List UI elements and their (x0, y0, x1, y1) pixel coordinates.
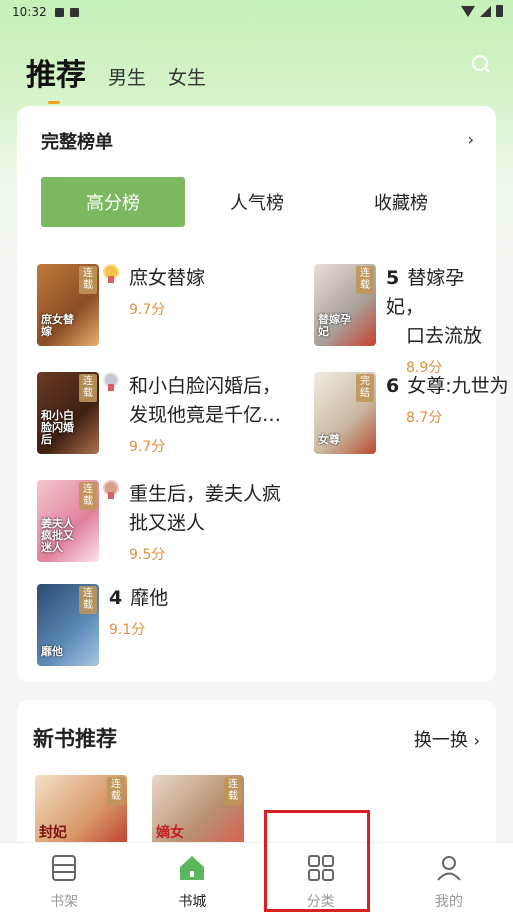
new-books-card: 新书推荐 换一换 › 连载 封妃 连载 嫡女 (17, 700, 496, 860)
tab-recommend[interactable]: 推荐 (26, 50, 86, 104)
book-score: 9.5分 (129, 547, 166, 563)
ranking-card: 完整榜单 › 高分榜 人气榜 收藏榜 连载 庶女替嫁 庶女替嫁 9.7分 连载 … (17, 106, 509, 682)
new-books-title: 新书推荐 (33, 727, 117, 751)
rank-number: 5 (386, 267, 400, 289)
status-tag: 完结 (356, 374, 374, 402)
cover-title: 庶女替嫁 (41, 313, 74, 338)
highlight-box (264, 810, 370, 912)
status-tag: 连载 (79, 482, 97, 510)
book-cover[interactable]: 连载 和小白脸闪婚后 (37, 372, 99, 454)
bronze-medal-icon (103, 480, 119, 499)
book-title[interactable]: 靡他 (130, 587, 168, 609)
cover-title: 嫡女 (156, 825, 184, 841)
status-tag: 连载 (79, 374, 97, 402)
book-cover[interactable]: 完结 女尊 (314, 372, 376, 454)
bottom-nav: 书架 书城 分类 我的 (0, 842, 513, 912)
silver-medal-icon (103, 372, 119, 391)
chevron-right-icon[interactable]: › (468, 130, 474, 149)
book-cover[interactable]: 连载 靡他 (37, 584, 99, 666)
profile-icon (437, 856, 461, 881)
book-title[interactable]: 和小白脸闪婚后， (129, 372, 281, 401)
refresh-label: 换一换 (413, 730, 468, 751)
gallery-notification-icon (54, 7, 64, 17)
header-tabs: 推荐 男生 女生 (26, 44, 206, 104)
tab-female[interactable]: 女生 (168, 63, 206, 94)
cover-title: 靡他 (41, 645, 63, 658)
book-title[interactable]: 重生后，姜夫人疯 (129, 480, 281, 509)
cover-title: 和小白脸闪婚后 (41, 409, 74, 446)
nav-label: 书城 (178, 894, 207, 910)
book-score: 9.7分 (129, 439, 166, 455)
status-tag: 连载 (224, 777, 242, 805)
gold-medal-icon (103, 264, 119, 283)
book-title-line2[interactable]: 口去流放 (386, 322, 496, 351)
cover-title: 替嫁孕妃 (318, 313, 351, 338)
status-bar: 10:32 (0, 0, 513, 24)
status-tag: 连载 (79, 266, 97, 294)
book-item-2[interactable]: 连载 和小白脸闪婚后 和小白脸闪婚后， 发现他竟是千亿… 9.7分 (37, 372, 281, 456)
status-tag: 连载 (107, 777, 125, 805)
book-title-line2[interactable]: 发现他竟是千亿… (129, 401, 281, 430)
ranking-title[interactable]: 完整榜单 (41, 128, 113, 154)
book-item-1[interactable]: 连载 庶女替嫁 庶女替嫁 9.7分 (37, 264, 205, 346)
book-title-line2[interactable]: 批又迷人 (129, 509, 281, 538)
signal-icon (480, 5, 491, 17)
book-item-6[interactable]: 完结 女尊 6 女尊:九世为 8.7分 (314, 372, 509, 454)
cover-title: 姜夫人疯批又迷人 (41, 517, 74, 554)
book-score: 8.7分 (406, 410, 443, 426)
book-cover[interactable]: 连载 替嫁孕妃 (314, 264, 376, 346)
bookshelf-icon (52, 855, 77, 881)
rank-number: 6 (386, 375, 400, 397)
tab-popular[interactable]: 人气榜 (185, 177, 329, 227)
new-book-cover-2[interactable]: 连载 嫡女 (152, 775, 244, 845)
wifi-icon (461, 5, 475, 17)
book-item-3[interactable]: 连载 姜夫人疯批又迷人 重生后，姜夫人疯 批又迷人 9.5分 (37, 480, 281, 564)
book-cover[interactable]: 连载 姜夫人疯批又迷人 (37, 480, 99, 562)
tab-high-score[interactable]: 高分榜 (41, 177, 185, 227)
status-time: 10:32 (12, 5, 47, 19)
tab-favorites[interactable]: 收藏榜 (329, 177, 473, 227)
tab-male[interactable]: 男生 (108, 63, 146, 94)
app-notification-icon (69, 7, 79, 17)
new-book-cover-1[interactable]: 连载 封妃 (35, 775, 127, 845)
book-item-4[interactable]: 连载 靡他 4 靡他 9.1分 (37, 584, 168, 666)
cover-title: 女尊 (318, 433, 340, 446)
book-title[interactable]: 女尊:九世为 (407, 375, 508, 397)
nav-label: 我的 (434, 894, 463, 910)
book-score: 9.7分 (129, 302, 166, 318)
status-tag: 连载 (356, 266, 374, 294)
chevron-right-icon: › (473, 731, 480, 750)
book-score: 9.1分 (109, 622, 146, 638)
nav-item-bookstore[interactable]: 书城 (128, 843, 256, 912)
nav-label: 书架 (50, 894, 79, 910)
book-title[interactable]: 庶女替嫁 (129, 264, 205, 293)
bookstore-icon (180, 856, 205, 880)
search-icon[interactable] (471, 54, 491, 74)
cover-title: 封妃 (39, 825, 67, 841)
book-item-5[interactable]: 连载 替嫁孕妃 5 替嫁孕妃， 口去流放 8.9分 (314, 264, 496, 377)
nav-item-profile[interactable]: 我的 (385, 843, 513, 912)
book-cover[interactable]: 连载 庶女替嫁 (37, 264, 99, 346)
ranking-tabs: 高分榜 人气榜 收藏榜 (41, 177, 473, 227)
status-tag: 连载 (79, 586, 97, 614)
refresh-button[interactable]: 换一换 › (414, 726, 480, 752)
rank-number: 4 (109, 587, 123, 609)
battery-icon (496, 5, 503, 17)
nav-item-bookshelf[interactable]: 书架 (0, 843, 128, 912)
